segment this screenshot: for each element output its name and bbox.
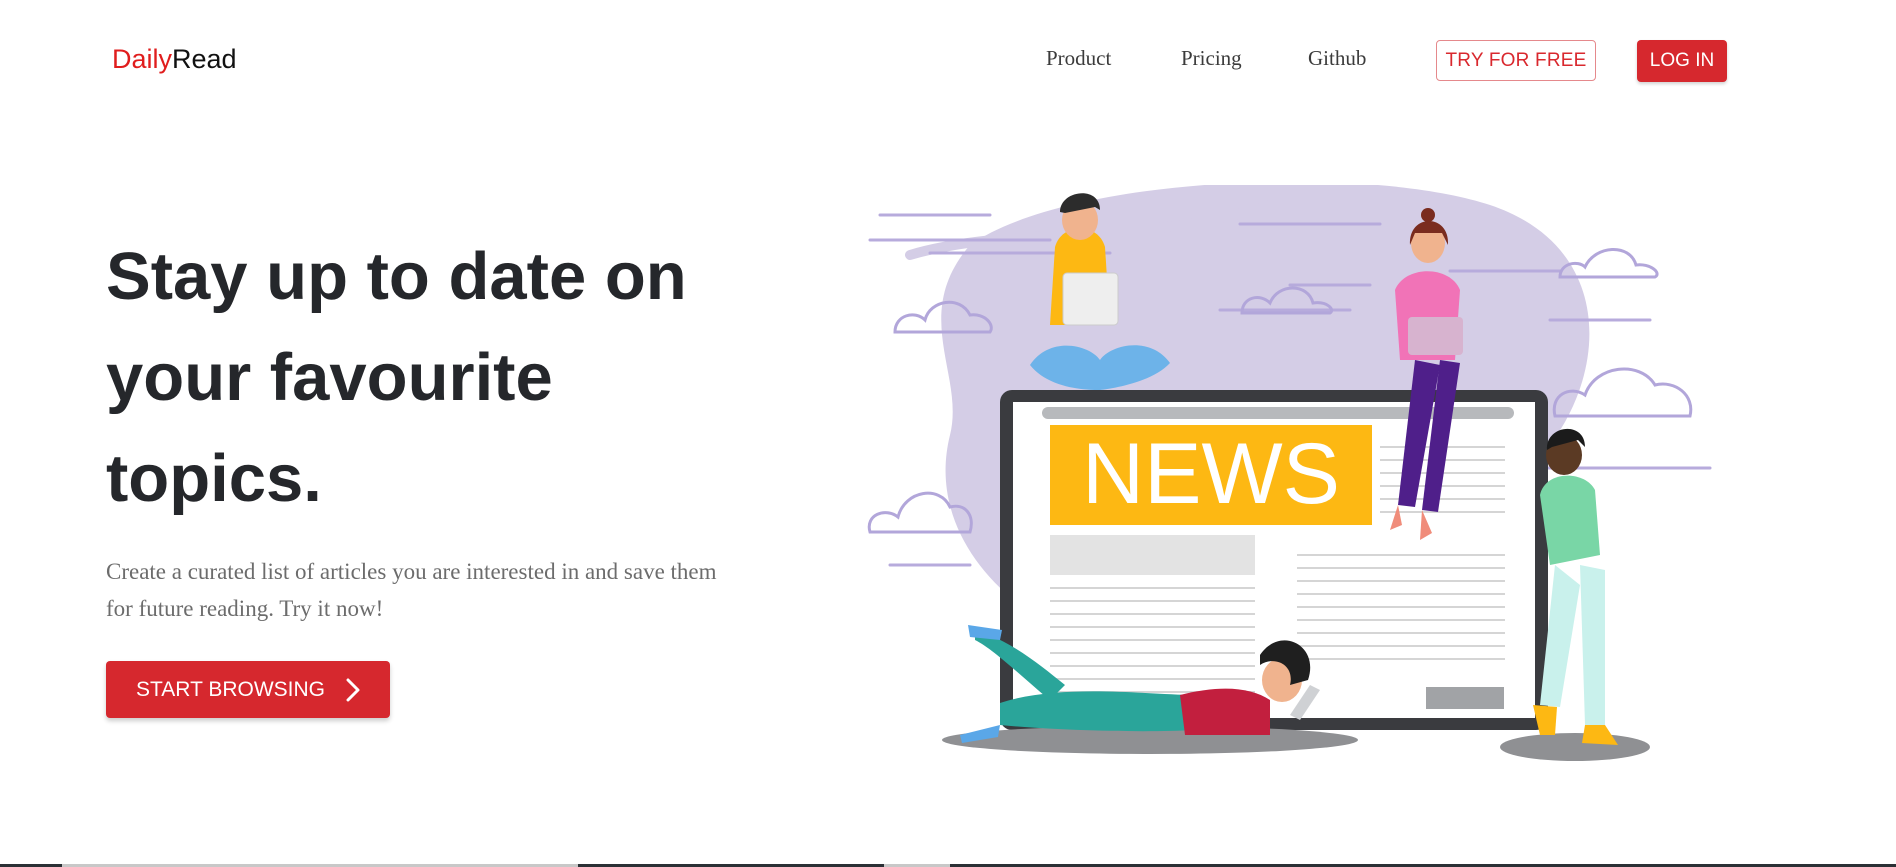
image-placeholder xyxy=(1050,535,1255,575)
ground-shadow-right xyxy=(1500,733,1650,761)
read-more-placeholder xyxy=(1426,687,1504,709)
news-banner-label: NEWS xyxy=(1082,426,1340,522)
news-readers-illustration: NEWS xyxy=(867,185,1712,761)
nav-link-product[interactable]: Product xyxy=(1046,44,1111,72)
nav-link-pricing[interactable]: Pricing xyxy=(1181,44,1242,72)
brand-logo[interactable]: DailyRead xyxy=(112,42,237,76)
brand-logo-rest: Read xyxy=(172,44,237,74)
chevron-right-icon xyxy=(346,678,360,702)
start-browsing-button[interactable]: START BROWSING xyxy=(106,661,390,718)
try-for-free-button[interactable]: TRY FOR FREE xyxy=(1436,40,1596,81)
nav-link-github[interactable]: Github xyxy=(1308,44,1366,72)
top-navbar: DailyRead Product Pricing Github TRY FOR… xyxy=(0,0,1896,120)
log-in-button[interactable]: LOG IN xyxy=(1637,40,1727,82)
hero-subtitle: Create a curated list of articles you ar… xyxy=(106,559,717,621)
start-browsing-label: START BROWSING xyxy=(136,678,326,701)
hero-title: Stay up to date on your favourite topics… xyxy=(106,239,687,516)
brand-logo-accent: Daily xyxy=(112,44,173,74)
